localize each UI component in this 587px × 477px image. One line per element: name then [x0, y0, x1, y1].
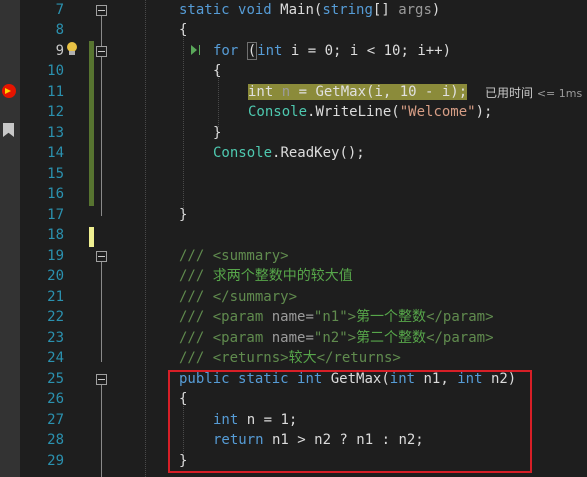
line-number: 10 [47, 63, 64, 79]
code-line[interactable]: } [213, 123, 221, 143]
line-number: 23 [47, 330, 64, 346]
line-number: 24 [47, 350, 64, 366]
run-to-click-bar [199, 45, 200, 55]
code-line[interactable]: Console.ReadKey(); [213, 143, 365, 163]
code-line-doc-comment[interactable]: /// </summary> [179, 287, 297, 307]
perf-tip[interactable]: 已用时间 <= 1ms [485, 83, 582, 104]
line-number: 19 [47, 248, 64, 264]
indicator-margin[interactable] [0, 0, 20, 477]
line-number: 20 [47, 268, 64, 284]
code-line-doc-comment[interactable]: /// <param name="n1">第一个整数</param> [179, 307, 494, 327]
line-number: 9 [55, 43, 64, 59]
line-number: 25 [47, 371, 64, 387]
line-number: 27 [47, 412, 64, 428]
code-line-doc-comment[interactable]: /// <param name="n2">第二个整数</param> [179, 328, 494, 348]
line-number: 22 [47, 309, 64, 325]
line-number: 13 [47, 125, 64, 141]
code-line[interactable]: { [213, 61, 221, 81]
line-number: 26 [47, 391, 64, 407]
code-line[interactable]: static void Main(string[] args) [179, 0, 440, 20]
code-line[interactable]: for (int i = 0; i < 10; i++) [213, 41, 451, 61]
line-number: 16 [47, 186, 64, 202]
current-statement-breakpoint-icon[interactable] [2, 84, 16, 98]
line-number: 18 [47, 227, 64, 243]
change-indicator-unsaved [89, 227, 94, 247]
line-number: 11 [47, 84, 64, 100]
collapse-icon[interactable] [96, 251, 107, 262]
code-line-doc-comment[interactable]: /// <summary> [179, 246, 289, 266]
code-line[interactable]: { [179, 20, 187, 40]
collapse-icon[interactable] [96, 5, 107, 16]
collapse-icon[interactable] [96, 374, 107, 385]
code-line-doc-comment[interactable]: /// <returns>较大</returns> [179, 348, 401, 368]
line-number: 8 [55, 22, 64, 38]
code-line[interactable]: Console.WriteLine("Welcome"); [248, 102, 492, 122]
fold-guide [101, 385, 102, 477]
line-number: 21 [47, 289, 64, 305]
line-number: 7 [55, 2, 64, 18]
indent-guide [183, 30, 184, 210]
highlight-annotation-box [168, 370, 532, 473]
line-number: 29 [47, 453, 64, 469]
code-line[interactable]: } [179, 205, 187, 225]
lightbulb-icon[interactable] [66, 42, 78, 56]
fold-guide [101, 262, 102, 362]
line-number: 15 [47, 166, 64, 182]
run-to-click-icon[interactable] [191, 45, 197, 55]
line-number: 28 [47, 432, 64, 448]
collapse-icon[interactable] [96, 46, 107, 57]
indent-guide [145, 0, 146, 477]
code-line-current-statement[interactable]: int n = GetMax(i, 10 - i); [248, 82, 468, 102]
line-number: 17 [47, 207, 64, 223]
line-number: 14 [47, 145, 64, 161]
line-number: 12 [47, 104, 64, 120]
code-line-doc-comment[interactable]: /// 求两个整数中的较大值 [179, 266, 353, 286]
change-indicator-saved [89, 41, 94, 206]
